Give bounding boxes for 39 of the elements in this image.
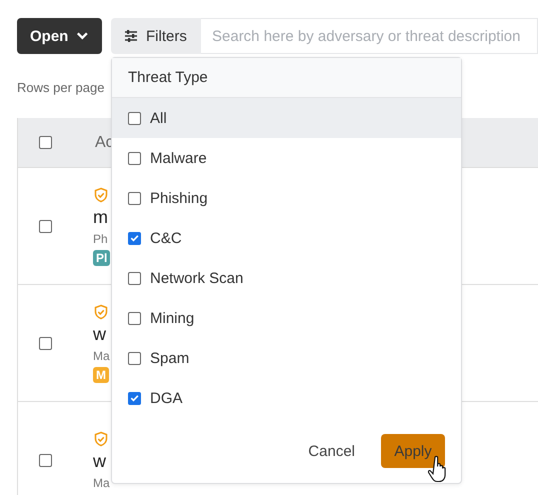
checkbox[interactable] [39, 336, 52, 350]
filter-option[interactable]: Spam [112, 338, 461, 378]
chevron-down-icon [76, 31, 89, 41]
category-tag: Pl [93, 250, 110, 266]
checkbox[interactable] [128, 312, 141, 324]
threat-name[interactable]: m [93, 206, 108, 228]
checkbox[interactable] [128, 112, 141, 124]
threat-name[interactable]: w [93, 324, 106, 344]
filter-option[interactable]: C&C [112, 218, 461, 258]
threat-category: Ma [93, 348, 110, 362]
filter-option[interactable]: DGA [112, 378, 461, 418]
filter-option[interactable]: Mining [112, 298, 461, 338]
checkbox[interactable] [128, 352, 141, 364]
dropdown-title: Threat Type [112, 58, 461, 98]
shield-check-icon [93, 186, 109, 202]
checkbox[interactable] [39, 136, 52, 149]
sliders-icon [124, 29, 138, 43]
checkbox[interactable] [128, 232, 141, 244]
checkbox[interactable] [128, 272, 141, 284]
filter-option[interactable]: Phishing [112, 178, 461, 218]
shield-check-icon [93, 304, 109, 320]
cancel-button[interactable]: Cancel [296, 434, 367, 468]
filter-option[interactable]: Malware [112, 138, 461, 178]
filters-button[interactable]: Filters [111, 18, 201, 54]
threat-category: Ma [93, 476, 110, 490]
checkbox[interactable] [128, 392, 141, 404]
shield-check-icon [93, 430, 109, 446]
checkbox[interactable] [128, 152, 141, 164]
filter-option[interactable]: Network Scan [112, 258, 461, 298]
category-tag: M [93, 366, 109, 382]
search-field[interactable]: Search here by adversary or threat description [201, 18, 538, 54]
open-button[interactable]: Open [17, 18, 102, 54]
rows-per-page-label: Rows per page [17, 80, 106, 96]
filter-option[interactable]: All [112, 98, 461, 138]
checkbox[interactable] [39, 454, 52, 466]
threat-name[interactable]: w [93, 450, 106, 472]
threat-category: Ph [93, 232, 108, 246]
checkbox[interactable] [128, 192, 141, 204]
checkbox[interactable] [39, 220, 52, 232]
